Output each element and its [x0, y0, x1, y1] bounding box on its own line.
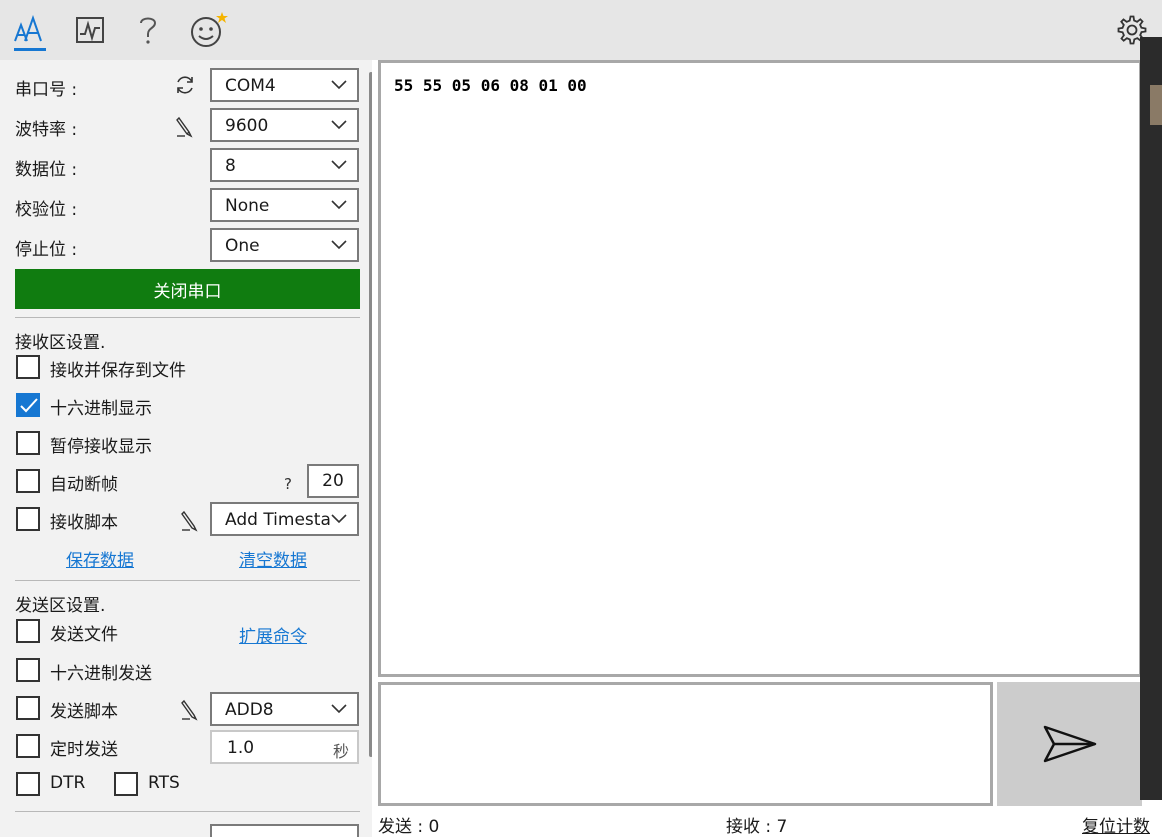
databits-value: 8	[225, 156, 236, 176]
auto-frame-help[interactable]: ?	[284, 475, 292, 493]
port-label: 串口号 :	[15, 80, 78, 100]
stopbits-label: 停止位 :	[15, 240, 78, 260]
pen-icon[interactable]	[178, 698, 202, 722]
active-tab-indicator	[14, 48, 46, 51]
send-file-label: 发送文件	[50, 625, 118, 645]
send-script-label: 发送脚本	[50, 702, 118, 722]
pen-icon[interactable]	[178, 509, 202, 533]
chevron-down-icon	[331, 240, 347, 250]
hex-send-checkbox[interactable]	[16, 658, 40, 682]
baud-value: 9600	[225, 116, 269, 136]
interval-input[interactable]: 1.0 秒	[210, 730, 359, 764]
help-icon[interactable]	[126, 8, 170, 52]
send-script-checkbox[interactable]	[16, 696, 40, 720]
recv-script-select[interactable]: Add Timestamp	[210, 502, 359, 536]
receive-textarea[interactable]: 55 55 05 06 08 01 00	[378, 60, 1142, 677]
receive-content: 55 55 05 06 08 01 00	[394, 76, 587, 95]
chevron-down-icon	[331, 160, 347, 170]
parity-label: 校验位 :	[15, 200, 78, 220]
timed-send-checkbox[interactable]	[16, 734, 40, 758]
serial-debug-app: 串口号 : COM4 波特率 : 9600 数据位: 8 校验位: None…	[0, 0, 1162, 837]
clear-data-link[interactable]: 清空数据	[239, 546, 307, 571]
recv-script-checkbox[interactable]	[16, 507, 40, 531]
interval-unit: 秒	[332, 742, 349, 761]
databits-label: 数据位 :	[15, 160, 78, 180]
pen-icon[interactable]	[173, 115, 197, 139]
stopbits-select[interactable]: One	[210, 228, 359, 262]
chevron-down-icon	[331, 514, 347, 524]
save-to-file-label: 接收并保存到文件	[50, 361, 186, 381]
send-button[interactable]	[997, 682, 1142, 806]
rts-checkbox[interactable]	[114, 772, 138, 796]
reset-count-link[interactable]: 复位计数	[1082, 812, 1150, 837]
auto-frame-input[interactable]: 20	[307, 464, 359, 498]
hex-send-label: 十六进制发送	[50, 664, 152, 684]
parity-select[interactable]: None	[210, 188, 359, 222]
auto-frame-checkbox[interactable]	[16, 469, 40, 493]
divider	[15, 317, 360, 318]
received-count: 接收 : 7	[726, 817, 788, 837]
settings-panel: 串口号 : COM4 波特率 : 9600 数据位: 8 校验位: None…	[0, 60, 372, 837]
chevron-down-icon	[331, 120, 347, 130]
hex-display-label: 十六进制显示	[50, 399, 152, 419]
background-thumbnail	[1150, 85, 1162, 125]
smiley-icon[interactable]	[186, 8, 230, 52]
port-select[interactable]: COM4	[210, 68, 359, 102]
pause-display-checkbox[interactable]	[16, 431, 40, 455]
dtr-checkbox[interactable]	[16, 772, 40, 796]
auto-frame-label: 自动断帧	[50, 475, 118, 495]
send-textarea[interactable]	[378, 682, 993, 806]
send-script-value: ADD8	[225, 700, 274, 720]
dtr-label: DTR	[50, 773, 86, 793]
save-to-file-checkbox[interactable]	[16, 355, 40, 379]
rts-label: RTS	[148, 773, 180, 793]
receive-section-title: 接收区设置.	[15, 333, 106, 353]
chevron-down-icon	[331, 704, 347, 714]
send-icon	[1043, 725, 1096, 763]
chevron-down-icon	[331, 80, 347, 90]
close-port-button[interactable]: 关闭串口	[15, 269, 360, 309]
refresh-icon[interactable]	[173, 73, 197, 97]
recv-script-value: Add Timestamp	[225, 510, 330, 530]
stopbits-value: One	[225, 236, 260, 256]
parity-value: None	[225, 196, 270, 216]
divider	[15, 580, 360, 581]
send-script-select[interactable]: ADD8	[210, 692, 359, 726]
line-ending-select[interactable]	[210, 824, 359, 837]
timed-send-label: 定时发送	[50, 740, 118, 760]
data-area: 55 55 05 06 08 01 00 发送 : 0 接收 : 7 复位计数	[372, 60, 1162, 837]
background-window-edge	[1140, 37, 1162, 800]
divider	[15, 811, 360, 812]
check-icon	[20, 398, 38, 413]
send-file-checkbox[interactable]	[16, 619, 40, 643]
sent-count: 发送 : 0	[378, 817, 440, 837]
hex-display-checkbox[interactable]	[16, 393, 40, 417]
databits-select[interactable]: 8	[210, 148, 359, 182]
pause-display-label: 暂停接收显示	[50, 437, 152, 457]
chevron-down-icon	[331, 200, 347, 210]
extend-command-link[interactable]: 扩展命令	[239, 622, 307, 647]
chart-icon[interactable]	[68, 8, 112, 52]
recv-script-label: 接收脚本	[50, 513, 118, 533]
save-data-link[interactable]: 保存数据	[66, 546, 134, 571]
top-toolbar	[0, 0, 1162, 60]
font-icon[interactable]	[8, 8, 52, 52]
port-value: COM4	[225, 76, 276, 96]
interval-value: 1.0	[227, 738, 255, 758]
send-section-title: 发送区设置.	[15, 596, 106, 616]
baud-select[interactable]: 9600	[210, 108, 359, 142]
baud-label: 波特率 :	[15, 120, 78, 140]
